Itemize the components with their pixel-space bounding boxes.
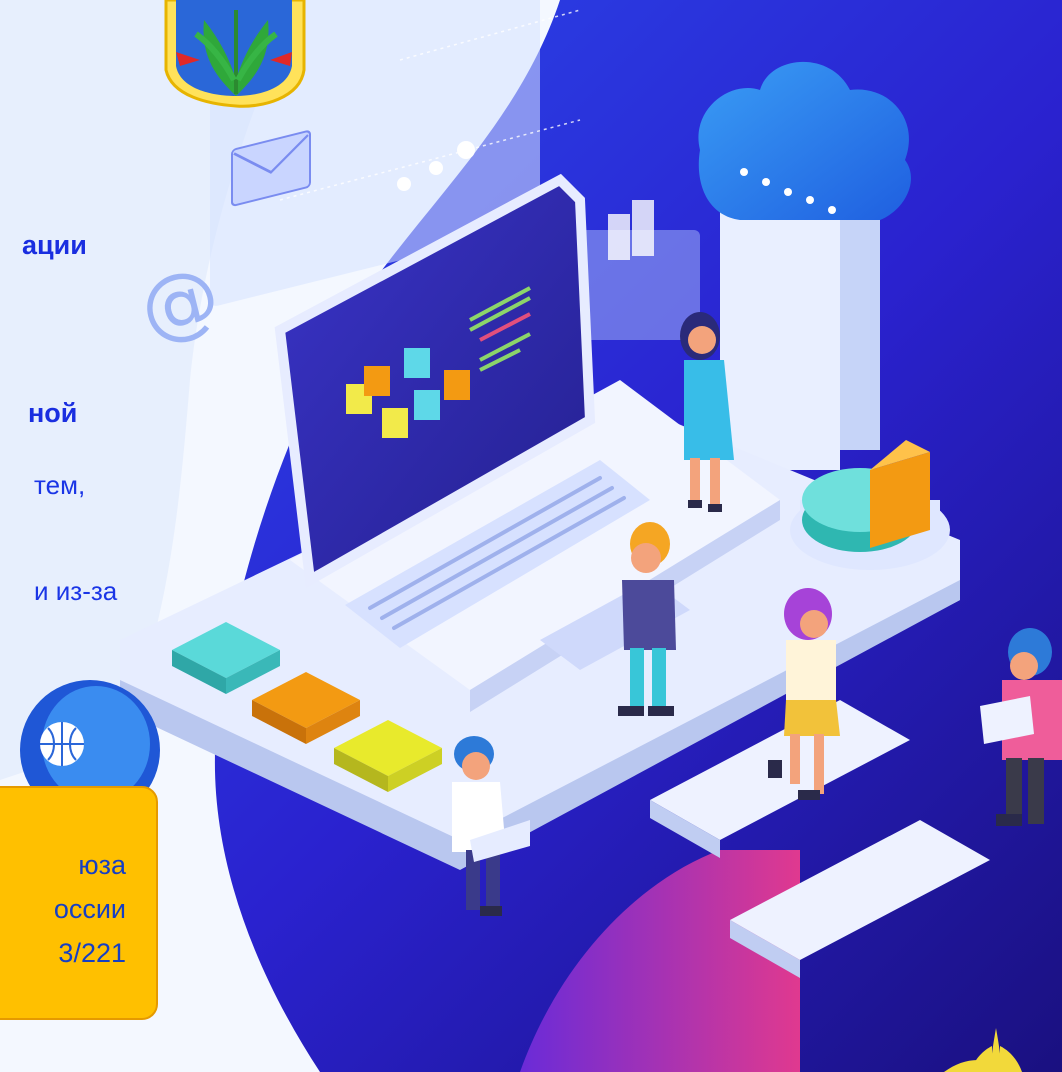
union-emblem-icon	[164, 0, 306, 108]
body-text-line-4: и из-за	[34, 576, 118, 606]
info-note-box: юза оссии 3/221	[0, 786, 158, 1020]
note-line-2: оссии	[53, 894, 126, 924]
note-line-3: 3/221	[58, 938, 126, 968]
body-text-line-3: тем,	[34, 470, 86, 500]
body-text-line-2: ной	[28, 398, 78, 428]
illustration-scene: @	[0, 0, 1062, 1072]
note-line-1: юза	[78, 850, 126, 880]
body-text-line-1: ации	[22, 230, 87, 260]
cloud-icon	[698, 61, 911, 470]
